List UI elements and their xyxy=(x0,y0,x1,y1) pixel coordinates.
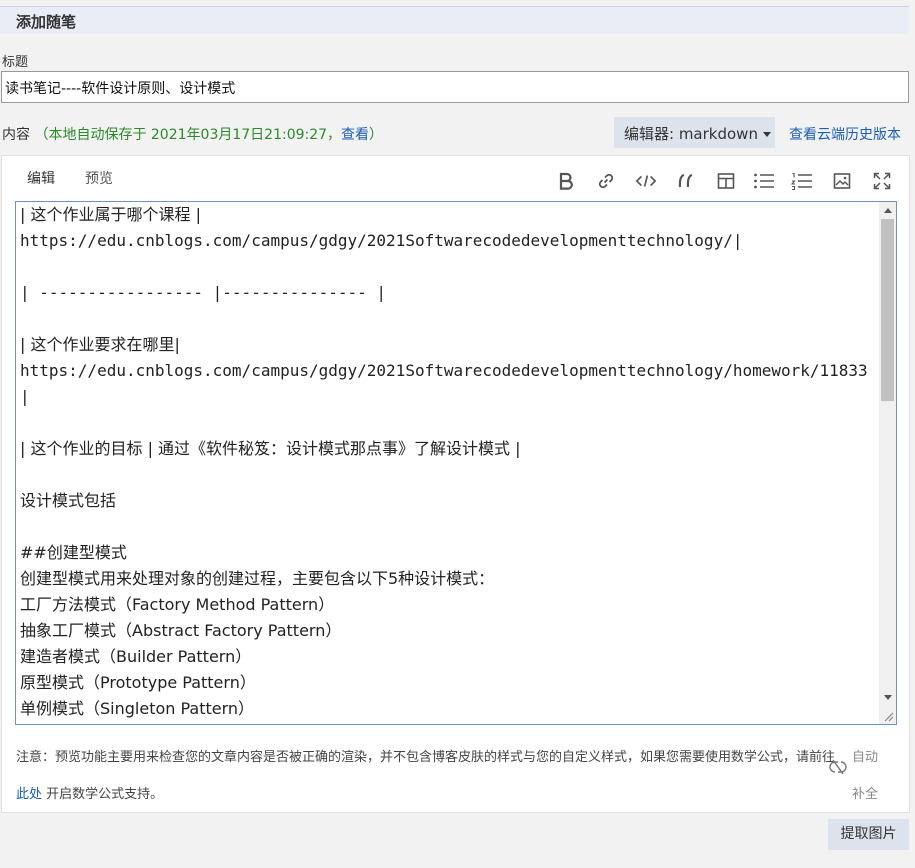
editor-select[interactable]: 编辑器: markdown xyxy=(614,117,775,148)
editor-line: | 这个作业属于哪个课程 | xyxy=(20,205,201,224)
scroll-down-arrow-icon[interactable] xyxy=(879,689,896,706)
scrollbar-thumb[interactable] xyxy=(881,219,894,401)
content-row: 内容 （本地自动保存于 2021年03月17日21:09:27，查看） xyxy=(2,124,383,144)
preview-note: 注意：预览功能主要用来检查您的文章内容是否被正确的渲染，并不包含博客皮肤的样式与… xyxy=(16,739,836,813)
image-icon[interactable] xyxy=(831,170,853,192)
editor-line: 原型模式（Prototype Pattern） xyxy=(20,673,256,692)
page-header: 添加随笔 xyxy=(0,6,909,34)
editor-panel: 编辑 预览 | 这个作业属于哪个课程 | https://edu.cnblogs… xyxy=(1,155,910,813)
editor-line: 创建型模式用来处理对象的创建过程，主要包含以下5种设计模式： xyxy=(20,569,495,588)
autocomplete-label-2: 补全 xyxy=(852,787,879,802)
autosave-text: （本地自动保存于 2021年03月17日21:09:27， xyxy=(34,127,342,143)
editor-line: 设计模式包括 xyxy=(20,491,117,510)
editor-line: 工厂方法模式（Factory Method Pattern） xyxy=(20,595,335,614)
caret-down-icon xyxy=(762,132,771,137)
table-icon[interactable] xyxy=(715,170,737,192)
link-icon[interactable] xyxy=(595,170,617,192)
fullscreen-icon[interactable] xyxy=(871,170,893,192)
tab-edit[interactable]: 编辑 xyxy=(27,168,55,188)
autosave-close: ） xyxy=(369,127,384,143)
scroll-up-arrow-icon[interactable] xyxy=(879,202,896,219)
title-input[interactable]: 读书笔记----软件设计原则、设计模式 xyxy=(1,71,909,103)
title-label: 标题 xyxy=(2,55,29,70)
autocomplete-label-1: 自动 xyxy=(852,750,879,765)
editor-line: | 这个作业的目标 | 通过《软件秘笈：设计模式那点事》了解设计模式 | xyxy=(20,439,521,458)
editor-line: | 这个作业要求在哪里| xyxy=(20,335,180,354)
editor-toolbar xyxy=(555,170,895,192)
editor-line: 单例模式（Singleton Pattern） xyxy=(20,699,255,718)
bold-icon[interactable] xyxy=(555,170,577,192)
extract-images-button[interactable]: 提取图片 xyxy=(828,819,909,850)
editor-scrollbar[interactable] xyxy=(879,202,896,724)
editor-content: | 这个作业属于哪个课程 | https://edu.cnblogs.com/c… xyxy=(20,202,875,722)
editor-line: https://edu.cnblogs.com/campus/gdgy/2021… xyxy=(20,231,743,250)
code-icon[interactable] xyxy=(635,170,657,192)
editor-select-label: 编辑器: markdown xyxy=(624,125,758,143)
resize-grip-icon[interactable] xyxy=(882,710,894,722)
autocomplete-toggle[interactable]: 自动 补全 xyxy=(852,739,892,813)
editor-line: | xyxy=(20,387,30,406)
quote-icon[interactable] xyxy=(675,170,697,192)
numbered-list-icon[interactable] xyxy=(791,170,813,192)
editor-line: https://edu.cnblogs.com/campus/gdgy/2021… xyxy=(20,361,868,380)
autosave-status: （本地自动保存于 2021年03月17日21:09:27，查看） xyxy=(34,127,383,143)
page-title: 添加随笔 xyxy=(16,13,77,31)
editor-line: ##创建型模式 xyxy=(20,543,127,562)
editor-line: | ----------------- |--------------- | xyxy=(20,283,387,302)
bullet-list-icon[interactable] xyxy=(753,170,775,192)
note-text-end: 开启数学公式支持。 xyxy=(42,787,164,802)
content-label: 内容 xyxy=(2,127,30,143)
tab-preview[interactable]: 预览 xyxy=(85,168,113,188)
note-text: 注意：预览功能主要用来检查您的文章内容是否被正确的渲染，并不包含博客皮肤的样式与… xyxy=(16,750,836,765)
autocomplete-icon[interactable] xyxy=(829,758,847,776)
autosave-view-link[interactable]: 查看 xyxy=(341,127,369,143)
math-settings-link[interactable]: 此处 xyxy=(16,787,42,802)
editor-line: 建造者模式（Builder Pattern） xyxy=(20,647,252,666)
cloud-history-link[interactable]: 查看云端历史版本 xyxy=(789,124,901,144)
markdown-editor[interactable]: | 这个作业属于哪个课程 | https://edu.cnblogs.com/c… xyxy=(15,201,897,725)
editor-line: 抽象工厂模式（Abstract Factory Pattern） xyxy=(20,621,342,640)
